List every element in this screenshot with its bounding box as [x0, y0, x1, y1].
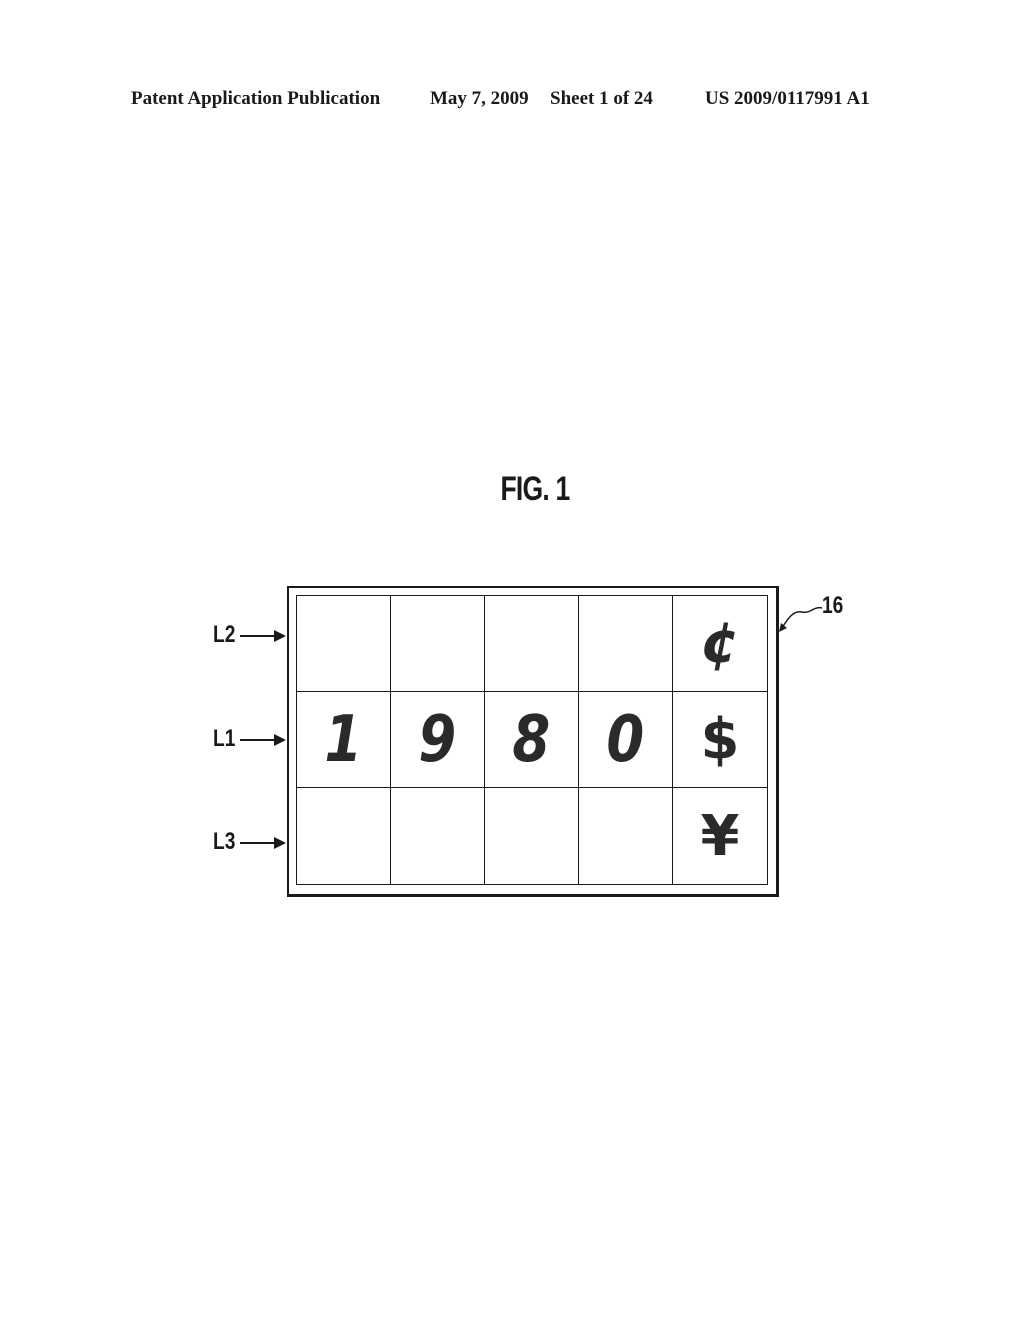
reference-leader-arrow	[779, 606, 823, 632]
reference-numeral: 16	[822, 592, 844, 619]
row-label-l3: L3	[213, 828, 236, 855]
grid-cell	[579, 788, 673, 884]
row-label-l1: L1	[213, 725, 236, 752]
grid-cell: 9	[391, 692, 485, 788]
grid-cell-yen: ¥	[673, 788, 767, 884]
cent-symbol: ¢	[700, 611, 740, 676]
grid-cell-cent: ¢	[673, 596, 767, 692]
digit: 8	[512, 702, 551, 777]
grid-cell	[485, 788, 579, 884]
digit: 1	[324, 702, 363, 777]
grid-cell	[391, 788, 485, 884]
arrow-l1	[240, 734, 286, 746]
yen-symbol: ¥	[700, 803, 740, 869]
digit: 9	[418, 702, 457, 777]
publication-type: Patent Application Publication	[131, 88, 381, 109]
digit: 0	[606, 702, 645, 777]
grid-cell-dollar: $	[673, 692, 767, 788]
publication-date: May 7, 2009	[430, 88, 529, 109]
dollar-symbol: $	[700, 707, 740, 772]
publication-number: US 2009/0117991 A1	[705, 88, 870, 109]
grid-cell: 0	[579, 692, 673, 788]
sheet-number: Sheet 1 of 24	[550, 88, 653, 109]
arrow-l3	[240, 837, 286, 849]
figure-title: FIG. 1	[500, 470, 570, 508]
grid-cell	[485, 596, 579, 692]
arrow-l2	[240, 630, 286, 642]
grid-cell	[297, 596, 391, 692]
grid-cell	[391, 596, 485, 692]
grid-cell: 8	[485, 692, 579, 788]
grid-cell: 1	[297, 692, 391, 788]
display-grid: ¢ 1 9 8 0 $ ¥	[296, 595, 768, 885]
page-header: Patent Application Publication May 7, 20…	[0, 88, 1024, 114]
grid-cell	[297, 788, 391, 884]
row-label-l2: L2	[213, 621, 236, 648]
grid-cell	[579, 596, 673, 692]
